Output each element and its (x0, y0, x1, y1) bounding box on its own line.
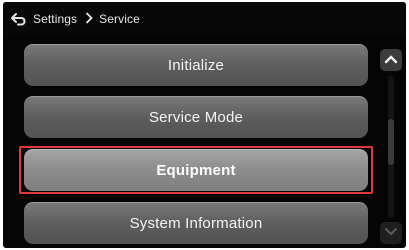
chevron-right-icon (85, 11, 93, 27)
device-screen: Settings Service Initialize Service Mode… (3, 2, 406, 248)
selection-highlight (19, 146, 373, 194)
header-bar: Settings Service (3, 2, 406, 35)
scroll-down-button[interactable] (380, 222, 402, 244)
service-menu-list: Initialize Service Mode Equipment System… (3, 35, 375, 248)
chevron-down-icon (384, 224, 398, 242)
chevron-up-icon (384, 51, 398, 69)
back-arrow-icon[interactable] (9, 10, 27, 28)
scrollbar[interactable] (378, 49, 404, 246)
breadcrumb-settings[interactable]: Settings (33, 12, 77, 26)
service-mode-button[interactable]: Service Mode (24, 96, 368, 138)
system-information-button[interactable]: System Information (24, 202, 368, 244)
scroll-thumb[interactable] (388, 119, 394, 165)
scroll-up-button[interactable] (380, 49, 402, 71)
scroll-track[interactable] (388, 76, 394, 218)
breadcrumb-service: Service (99, 11, 140, 26)
initialize-button[interactable]: Initialize (24, 44, 368, 86)
